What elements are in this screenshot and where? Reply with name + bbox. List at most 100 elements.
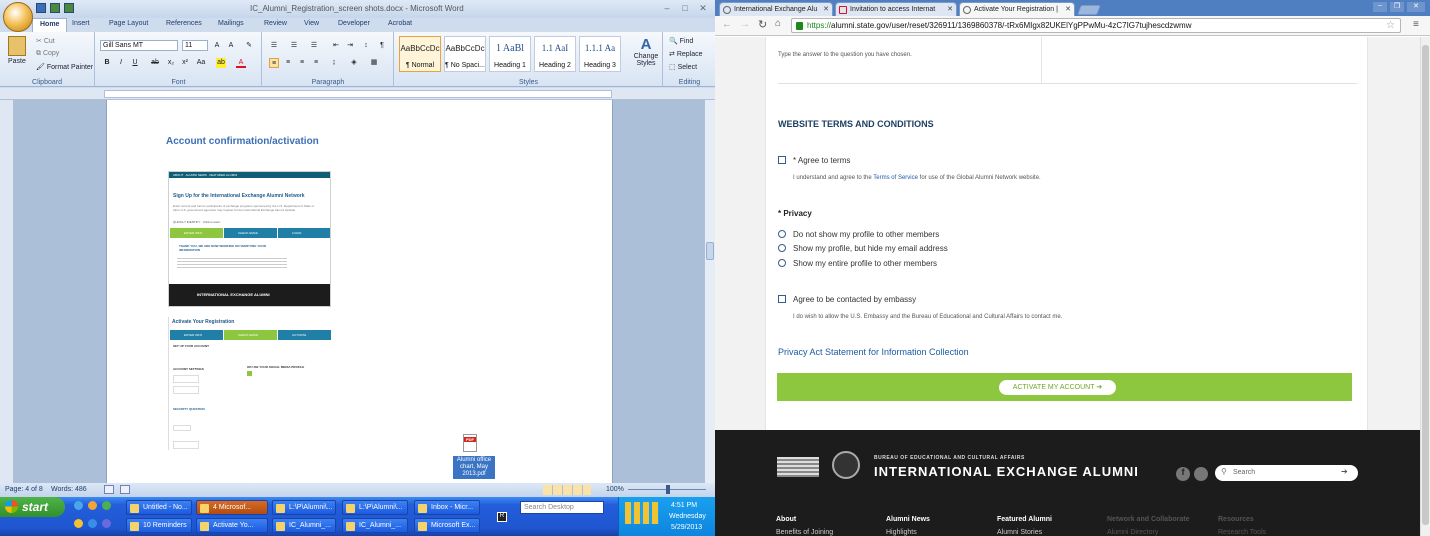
zoom-thumb[interactable] [666, 485, 670, 494]
tray-icons[interactable] [625, 502, 659, 524]
find-button[interactable]: 🔍 Find [669, 37, 693, 45]
chrome-minimize-icon[interactable]: – [1373, 2, 1387, 12]
reload-icon[interactable]: ↻ [758, 18, 767, 31]
taskbar-btn-outlook[interactable]: Inbox - Micr... [414, 500, 480, 515]
paste-button[interactable]: Paste [8, 58, 26, 65]
pdf-file-icon[interactable]: PDF [463, 434, 477, 452]
horizontal-ruler[interactable] [0, 88, 715, 100]
superscript-icon[interactable]: x² [180, 58, 190, 68]
footer-col-network[interactable]: Network and Collaborate [1107, 516, 1189, 523]
tab-review[interactable]: Review [262, 20, 289, 27]
agree-terms-label[interactable]: * Agree to terms [793, 156, 850, 165]
style-heading-1[interactable]: 1 AaBl Heading 1 [489, 36, 531, 72]
scroll-thumb[interactable] [706, 242, 714, 260]
brand-name[interactable]: INTERNATIONAL EXCHANGE ALUMNI [874, 464, 1139, 479]
chrome-close-icon[interactable]: ✕ [1407, 2, 1425, 12]
taskbar-btn-notepad[interactable]: Untitled - No... [126, 500, 192, 515]
style-normal[interactable]: AaBbCcDc ¶ Normal [399, 36, 441, 72]
multilevel-icon[interactable]: ☰ [309, 41, 319, 51]
taskbar-btn-excel[interactable]: Microsoft Ex... [414, 518, 480, 533]
privacy-radio-hide-all[interactable] [778, 230, 786, 238]
line-spacing-icon[interactable]: ↨ [329, 58, 339, 68]
style-heading-3[interactable]: 1.1.1 Aa Heading 3 [579, 36, 621, 72]
show-marks-icon[interactable]: ¶ [377, 41, 387, 51]
browser-scroll-thumb[interactable] [1422, 45, 1429, 525]
bold-icon[interactable]: B [102, 58, 112, 68]
save-icon[interactable] [36, 3, 46, 13]
privacy-option-show-all[interactable]: Show my entire profile to other members [793, 259, 937, 268]
decrease-indent-icon[interactable]: ⇤ [331, 41, 341, 51]
privacy-option-hide-email[interactable]: Show my profile, but hide my email addre… [793, 244, 948, 253]
view-buttons[interactable] [543, 485, 591, 495]
tab-developer[interactable]: Developer [336, 20, 372, 27]
embassy-checkbox[interactable] [778, 295, 786, 303]
footer-col-news[interactable]: Alumni News [886, 516, 930, 523]
bullets-icon[interactable]: ☰ [269, 41, 279, 51]
footer-col-featured[interactable]: Featured Alumni [997, 516, 1052, 523]
rss-icon[interactable] [1194, 467, 1208, 481]
footer-link-directory[interactable]: Alumni Directory [1107, 529, 1158, 536]
desktop-search-input[interactable]: Search Desktop [520, 501, 604, 514]
vertical-scrollbar[interactable] [704, 100, 715, 483]
footer-link-stories[interactable]: Alumni Stories [997, 529, 1042, 536]
pdf-file-label[interactable]: Alumni office chart, May 2013.pdf [453, 456, 495, 479]
browser-tab-activate[interactable]: Activate Your Registration | ✕ [959, 2, 1075, 16]
paste-icon[interactable] [8, 36, 26, 56]
style-heading-2[interactable]: 1.1 AaI Heading 2 [534, 36, 576, 72]
align-center-icon[interactable]: ≡ [283, 58, 293, 68]
footer-link-benefits[interactable]: Benefits of Joining [776, 529, 833, 536]
word-count[interactable]: Words: 486 [51, 486, 87, 493]
privacy-radio-hide-email[interactable] [778, 244, 786, 252]
italic-icon[interactable]: I [116, 58, 126, 68]
sort-icon[interactable]: ↕ [361, 41, 371, 51]
footer-link-highlights[interactable]: Highlights [886, 529, 917, 536]
footer-col-resources[interactable]: Resources [1218, 516, 1254, 523]
maximize-icon[interactable]: □ [676, 2, 694, 15]
cut-button[interactable]: ✂ Cut [36, 37, 55, 45]
tab-mailings[interactable]: Mailings [216, 20, 246, 27]
embassy-label[interactable]: Agree to be contacted by embassy [793, 295, 916, 304]
forward-icon[interactable]: → [740, 19, 750, 30]
taskbar-btn-chrome[interactable]: Activate Yo... [196, 518, 268, 533]
replace-button[interactable]: ⇄ Replace [669, 50, 703, 58]
highlight-icon[interactable]: ab [216, 58, 226, 68]
change-styles-button[interactable]: A Change Styles [633, 36, 659, 74]
vertical-ruler[interactable] [0, 100, 14, 483]
shading-icon[interactable]: ◈ [349, 58, 359, 68]
menu-icon[interactable]: ≡ [1413, 19, 1419, 30]
quicklaunch-firefox-icon[interactable] [88, 501, 97, 510]
browser-tab-invitation[interactable]: Invitation to access Internat ✕ [835, 2, 957, 16]
font-name-select[interactable]: Gill Sans MT [100, 40, 178, 51]
terms-of-service-link[interactable]: Terms of Service [873, 175, 918, 181]
clear-format-icon[interactable]: ✎ [244, 41, 254, 51]
address-bar[interactable]: https://alumni.state.gov/user/reset/3269… [791, 18, 1401, 33]
copy-button[interactable]: ⧉ Copy [36, 50, 59, 58]
select-button[interactable]: ⬚ Select [669, 63, 697, 71]
taskbar-btn-reminders[interactable]: 10 Reminders [126, 518, 192, 533]
tab-close-icon[interactable]: ✕ [1065, 5, 1071, 13]
quicklaunch-app-icon[interactable] [88, 519, 97, 528]
new-tab-button[interactable] [1077, 5, 1101, 15]
agree-terms-checkbox[interactable] [778, 156, 786, 164]
format-painter-button[interactable]: 🖌 Format Painter [36, 63, 93, 71]
align-right-icon[interactable]: ≡ [297, 58, 307, 68]
taskbar-btn-ic-alumni-2[interactable]: IC_Alumni_... [342, 518, 408, 533]
keyboard-icon[interactable]: R [497, 512, 507, 522]
style-no-spacing[interactable]: AaBbCcDc ¶ No Spaci... [444, 36, 486, 72]
redo-icon[interactable] [64, 3, 74, 13]
taskbar-btn-ic-alumni-1[interactable]: IC_Alumni_... [272, 518, 336, 533]
facebook-icon[interactable]: f [1176, 467, 1190, 481]
clock-time[interactable]: 4:51 PM [671, 502, 697, 509]
activate-account-button[interactable]: ACTIVATE MY ACCOUNT ➔ [999, 380, 1116, 395]
tab-close-icon[interactable]: ✕ [823, 5, 829, 13]
spelling-icon[interactable] [104, 485, 114, 494]
quicklaunch-folder-icon[interactable] [74, 519, 83, 528]
privacy-radio-show-all[interactable] [778, 259, 786, 267]
font-color-icon[interactable]: A [236, 58, 246, 68]
browser-scrollbar[interactable] [1420, 37, 1430, 536]
tab-home[interactable]: Home [32, 18, 68, 32]
close-icon[interactable]: ✕ [694, 2, 712, 15]
quicklaunch-chrome-icon[interactable] [102, 501, 111, 510]
privacy-option-hide-all[interactable]: Do not show my profile to other members [793, 230, 939, 239]
home-icon[interactable]: ⌂ [775, 18, 781, 29]
